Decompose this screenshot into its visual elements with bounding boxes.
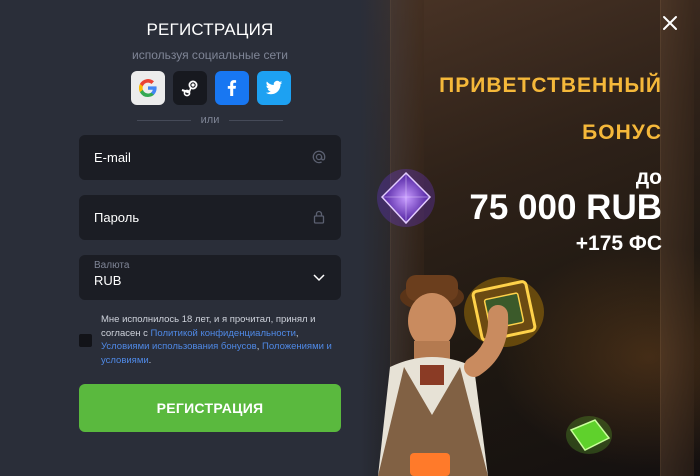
consent-text: Мне исполнилось 18 лет, и я прочитал, пр… (101, 313, 341, 367)
divider-line (229, 119, 283, 121)
social-login-row (131, 71, 291, 105)
promo-free-spins: +175 ФС (575, 232, 662, 255)
register-button[interactable]: РЕГИСТРАЦИЯ (79, 384, 341, 432)
password-field[interactable]: Пароль (79, 195, 341, 240)
twitter-login-button[interactable] (257, 71, 291, 105)
google-login-button[interactable] (131, 71, 165, 105)
temple-pillar (660, 0, 694, 476)
green-gem-icon (566, 416, 612, 454)
consent-text-after: . (148, 354, 152, 366)
bonus-terms-link[interactable]: Условиями использования бонусов (101, 341, 257, 352)
steam-login-button[interactable] (173, 71, 207, 105)
currency-select[interactable]: Валюта RUB (79, 255, 341, 300)
facebook-login-button[interactable] (215, 71, 249, 105)
promo-heading-line2: БОНУС (582, 121, 662, 144)
consent-row: Мне исполнилось 18 лет, и я прочитал, пр… (79, 313, 341, 366)
email-field[interactable]: E-mail (79, 135, 341, 180)
registration-modal: РЕГИСТРАЦИЯ используя социальные сети ил… (0, 0, 700, 476)
chevron-down-icon (313, 274, 325, 282)
adventurer-character-illustration (378, 275, 509, 476)
or-label: или (200, 114, 220, 126)
facebook-icon (227, 80, 237, 96)
twitter-icon (265, 80, 283, 95)
or-divider: или (137, 113, 283, 127)
currency-value: RUB (94, 273, 122, 288)
promo-amount: 75 000 RUB (469, 188, 662, 227)
google-icon (139, 79, 157, 97)
purple-gem-icon (377, 169, 435, 227)
lock-icon (313, 210, 325, 224)
promo-up-to: до (635, 166, 662, 189)
form-title: РЕГИСТРАЦИЯ (146, 20, 274, 39)
close-icon[interactable] (660, 13, 680, 33)
email-placeholder: E-mail (94, 150, 131, 165)
consent-separator: , (295, 327, 299, 339)
registration-form-panel: РЕГИСТРАЦИЯ используя социальные сети ил… (0, 0, 420, 476)
currency-caption: Валюта (94, 260, 130, 271)
promo-heading-line1: ПРИВЕТСТВЕННЫЙ (439, 74, 662, 97)
consent-checkbox[interactable] (79, 334, 92, 347)
password-placeholder: Пароль (94, 210, 140, 225)
social-subtitle: используя социальные сети (132, 48, 288, 62)
at-sign-icon (312, 150, 326, 164)
privacy-policy-link[interactable]: Политикой конфиденциальности (151, 328, 296, 339)
steam-icon (181, 80, 198, 97)
divider-line (137, 119, 191, 121)
